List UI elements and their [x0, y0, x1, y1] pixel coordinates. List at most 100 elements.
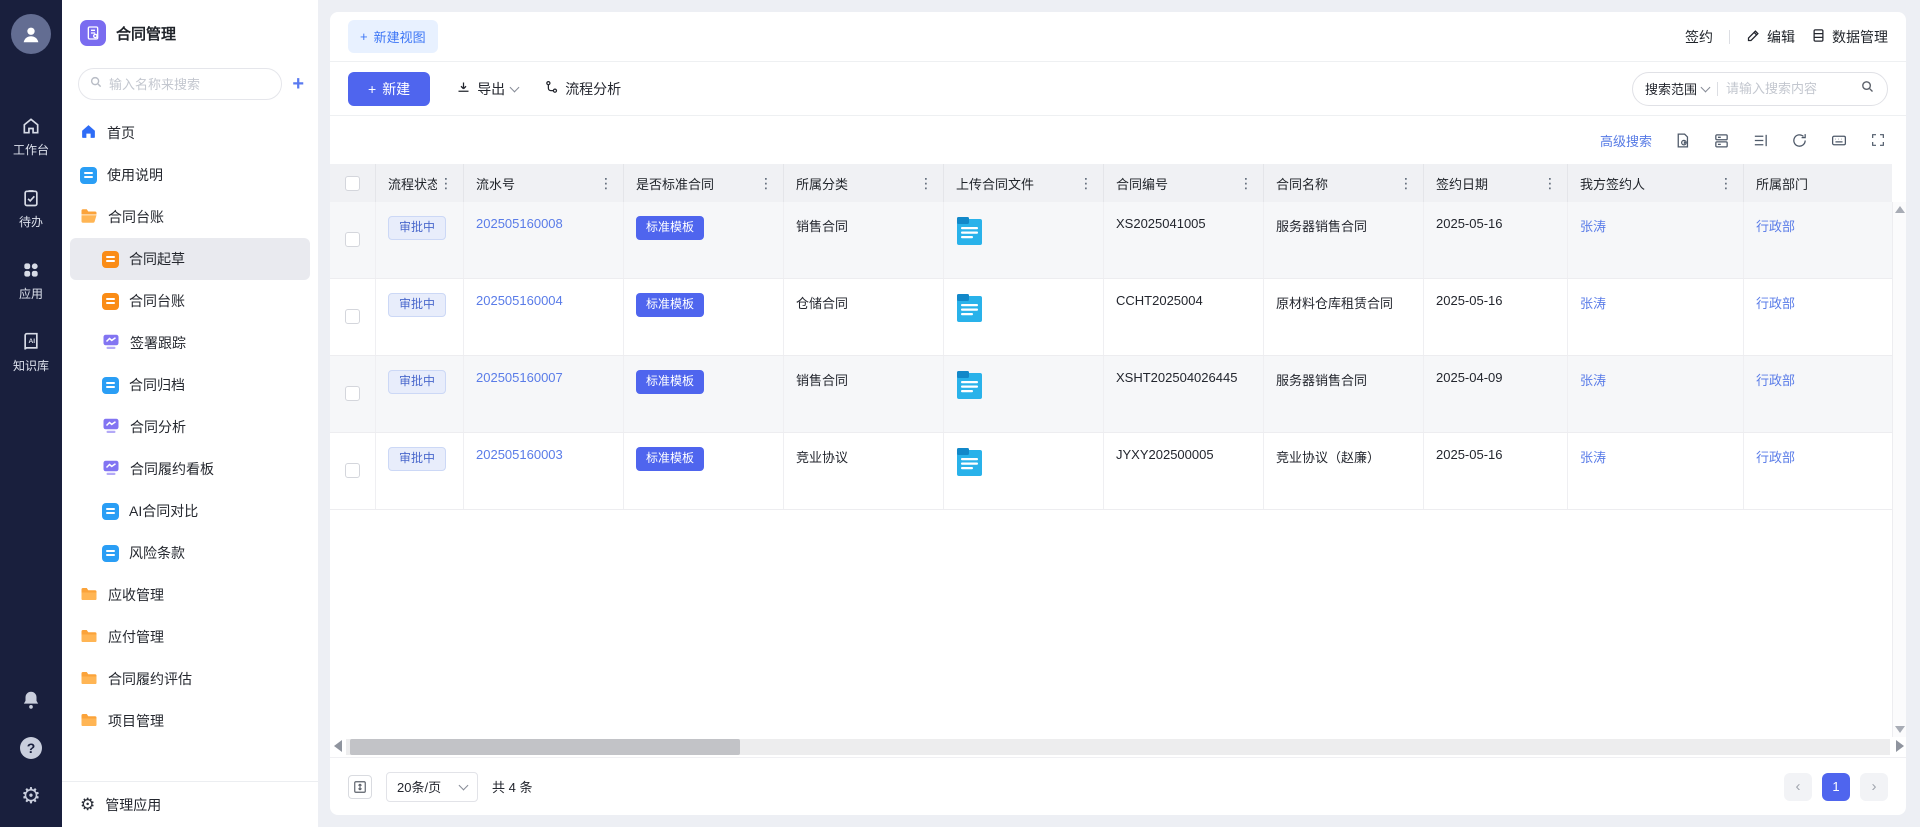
department-link[interactable]: 行政部 — [1756, 216, 1795, 235]
select-all-checkbox[interactable] — [345, 176, 360, 191]
rail-item-workbench[interactable]: 工作台 — [13, 116, 49, 158]
column-menu-icon[interactable]: ⋮ — [1397, 175, 1415, 192]
scroll-left-icon[interactable] — [334, 740, 342, 752]
horizontal-scrollbar[interactable] — [330, 737, 1906, 757]
scroll-up-icon[interactable] — [1895, 206, 1905, 213]
page-size-select[interactable]: 20条/页 — [386, 772, 478, 802]
vertical-scrollbar[interactable] — [1892, 202, 1906, 737]
add-view-plus-icon[interactable]: + — [292, 74, 304, 94]
contract-app-icon — [80, 20, 106, 46]
table-row[interactable]: 审批中 202505160003 标准模板 竞业协议 JYXY202500005… — [330, 433, 1892, 510]
table-search-input[interactable] — [1726, 81, 1852, 96]
sidebar-item-contract-draft[interactable]: 合同起草 — [70, 238, 310, 280]
column-menu-icon[interactable]: ⋮ — [757, 175, 775, 192]
help-icon[interactable]: ? — [20, 737, 42, 759]
sidebar-search[interactable] — [78, 68, 282, 100]
data-manage-button[interactable]: 数据管理 — [1811, 27, 1888, 47]
signer-link[interactable]: 张涛 — [1580, 293, 1606, 312]
department-link[interactable]: 行政部 — [1756, 293, 1795, 312]
department-link[interactable]: 行政部 — [1756, 447, 1795, 466]
sidebar-search-input[interactable] — [109, 77, 229, 92]
sidebar-item-receivables[interactable]: 应收管理 — [70, 574, 310, 616]
sidebar-item-contract-analysis[interactable]: 合同分析 — [70, 406, 310, 448]
row-checkbox[interactable] — [345, 386, 360, 401]
new-view-button[interactable]: + 新建视图 — [348, 20, 438, 53]
column-menu-icon[interactable]: ⋮ — [1717, 175, 1735, 192]
sidebar-item-project-mgmt[interactable]: 项目管理 — [70, 700, 310, 742]
edit-button[interactable]: 编辑 — [1746, 27, 1795, 47]
row-checkbox[interactable] — [345, 463, 360, 478]
fullscreen-icon[interactable] — [1870, 132, 1886, 148]
card-view-icon[interactable] — [1713, 132, 1730, 149]
refresh-icon[interactable] — [1791, 132, 1808, 149]
table-row[interactable]: 审批中 202505160008 标准模板 销售合同 XS2025041005 … — [330, 202, 1892, 279]
flow-analysis-button[interactable]: 流程分析 — [544, 79, 621, 99]
row-checkbox[interactable] — [345, 309, 360, 324]
prev-page-button[interactable]: ‹ — [1784, 773, 1812, 801]
row-checkbox[interactable] — [345, 232, 360, 247]
scroll-down-icon[interactable] — [1895, 726, 1905, 733]
sidebar-item-performance-board[interactable]: 合同履约看板 — [70, 448, 310, 490]
user-avatar[interactable] — [11, 14, 51, 54]
export-file-icon[interactable] — [1674, 132, 1691, 149]
contract-file-icon[interactable] — [956, 216, 983, 249]
sidebar-item-usage[interactable]: 使用说明 — [70, 154, 310, 196]
serial-link[interactable]: 202505160008 — [476, 216, 563, 231]
sidebar-item-payables[interactable]: 应付管理 — [70, 616, 310, 658]
serial-link[interactable]: 202505160004 — [476, 293, 563, 308]
sidebar-item-sign-tracking[interactable]: 签署跟踪 — [70, 322, 310, 364]
rail-item-todo[interactable]: 待办 — [19, 188, 43, 230]
row-height-icon[interactable] — [348, 775, 372, 799]
department-link[interactable]: 行政部 — [1756, 370, 1795, 389]
bell-icon[interactable] — [20, 689, 42, 711]
scroll-right-icon[interactable] — [1896, 740, 1904, 752]
app-title: 合同管理 — [116, 23, 176, 44]
signer-link[interactable]: 张涛 — [1580, 447, 1606, 466]
column-menu-icon[interactable]: ⋮ — [597, 175, 615, 192]
sidebar-item-contract-archive[interactable]: 合同归档 — [70, 364, 310, 406]
sidebar-item-ai-compare[interactable]: AI合同对比 — [70, 490, 310, 532]
signer-link[interactable]: 张涛 — [1580, 370, 1606, 389]
column-menu-icon[interactable]: ⋮ — [1077, 175, 1095, 192]
current-page-button[interactable]: 1 — [1822, 773, 1850, 801]
column-settings-icon[interactable] — [1752, 132, 1769, 149]
table-row[interactable]: 审批中 202505160004 标准模板 仓储合同 CCHT2025004 原… — [330, 279, 1892, 356]
chevron-down-icon — [510, 82, 520, 92]
rail-item-apps[interactable]: 应用 — [19, 260, 43, 302]
column-menu-icon[interactable]: ⋮ — [917, 175, 935, 192]
next-page-button[interactable]: › — [1860, 773, 1888, 801]
contract-file-icon[interactable] — [956, 293, 983, 326]
search-icon[interactable] — [1860, 79, 1875, 99]
sidebar-item-contract-ledger[interactable]: 合同台账 — [70, 280, 310, 322]
create-button[interactable]: + 新建 — [348, 72, 430, 106]
manage-apps-button[interactable]: ⚙ 管理应用 — [62, 781, 318, 827]
settings-gear-icon[interactable]: ⚙ — [21, 785, 41, 807]
column-menu-icon[interactable]: ⋮ — [1237, 175, 1255, 192]
pencil-icon — [1746, 28, 1761, 46]
app-rail: 工作台 待办 应用 AI 知识库 ? ⚙ — [0, 0, 62, 827]
signer-link[interactable]: 张涛 — [1580, 216, 1606, 235]
column-menu-icon[interactable]: ⋮ — [437, 175, 455, 192]
contract-file-icon[interactable] — [956, 370, 983, 403]
sidebar-item-risk-terms[interactable]: 风险条款 — [70, 532, 310, 574]
category-text: 仓储合同 — [796, 293, 848, 312]
keyboard-icon[interactable] — [1830, 132, 1848, 149]
sign-button[interactable]: 签约 — [1685, 27, 1713, 47]
standard-template-badge: 标准模板 — [636, 293, 704, 317]
sidebar-item-contract-ledger-group[interactable]: 合同台账 — [70, 196, 310, 238]
column-menu-icon[interactable]: ⋮ — [1541, 175, 1559, 192]
table-row[interactable]: 审批中 202505160007 标准模板 销售合同 XSHT202504026… — [330, 356, 1892, 433]
hscroll-thumb[interactable] — [350, 739, 740, 755]
search-scope-dropdown[interactable]: 搜索范围 — [1645, 79, 1709, 98]
serial-link[interactable]: 202505160003 — [476, 447, 563, 462]
sidebar: 合同管理 + 首页 使用说明 合同台账 合同起草 合同台账 — [62, 0, 318, 827]
advanced-search-link[interactable]: 高级搜索 — [1600, 131, 1652, 150]
person-icon — [20, 23, 42, 45]
sidebar-item-home[interactable]: 首页 — [70, 112, 310, 154]
serial-link[interactable]: 202505160007 — [476, 370, 563, 385]
contract-file-icon[interactable] — [956, 447, 983, 480]
contract-name: 竞业协议（赵廉） — [1276, 447, 1380, 466]
sidebar-item-performance-eval[interactable]: 合同履约评估 — [70, 658, 310, 700]
export-button[interactable]: 导出 — [456, 79, 518, 99]
rail-item-knowledge[interactable]: AI 知识库 — [13, 332, 49, 374]
